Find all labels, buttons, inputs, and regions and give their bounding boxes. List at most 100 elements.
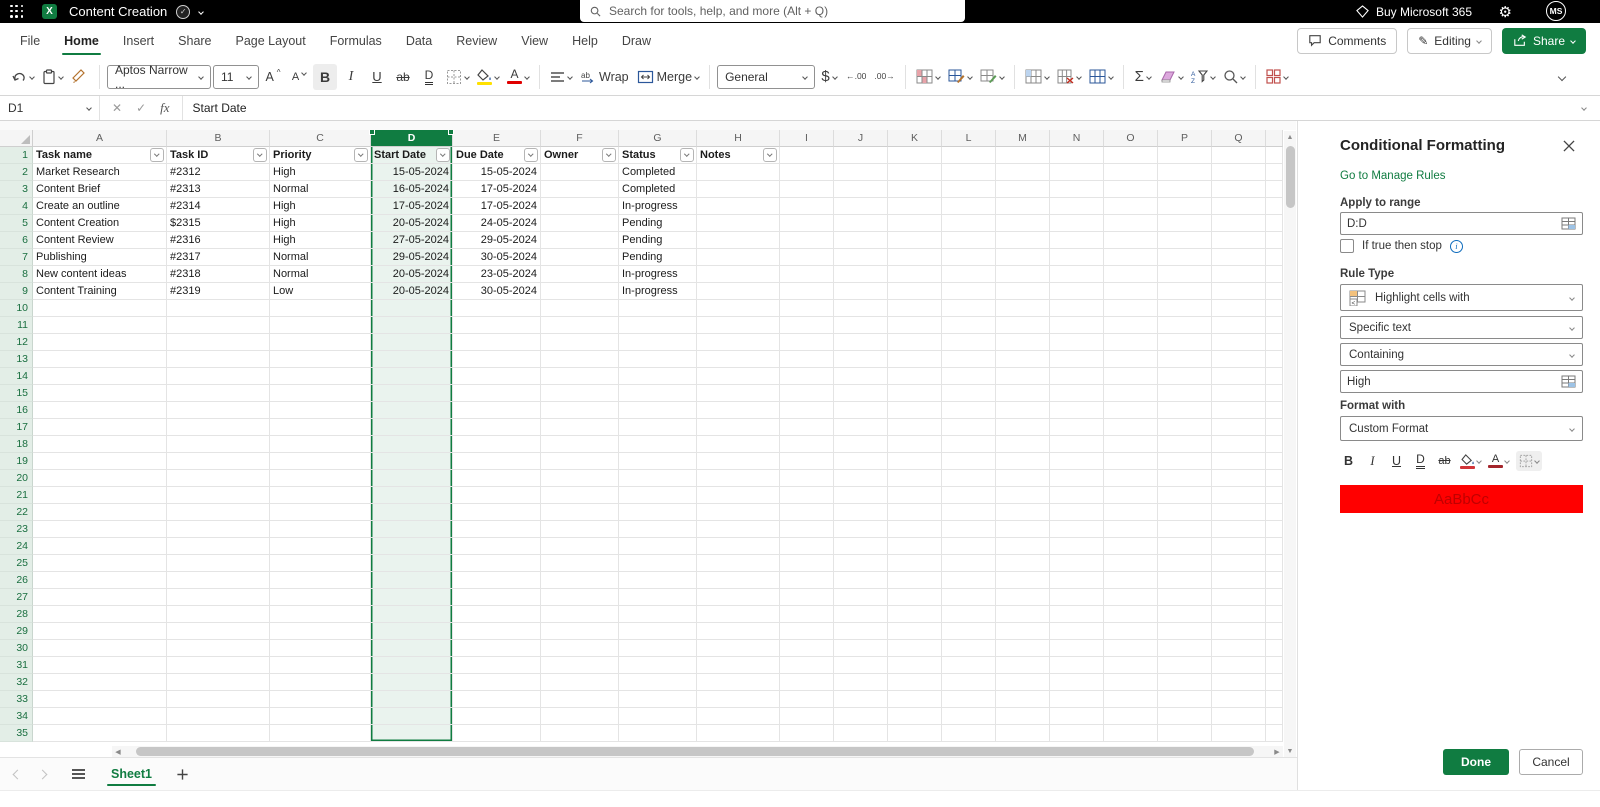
cell-I26[interactable] [780,572,834,589]
cell-N25[interactable] [1050,555,1104,572]
cell-Q3[interactable] [1212,181,1266,198]
cell-K8[interactable] [888,266,942,283]
cell-Q8[interactable] [1212,266,1266,283]
cell-E21[interactable] [453,487,541,504]
cell-K1[interactable] [888,147,942,164]
cell-M13[interactable] [996,351,1050,368]
cell-R18[interactable] [1266,436,1283,453]
cell-H25[interactable] [697,555,780,572]
cell-R35[interactable] [1266,725,1283,742]
cell-K6[interactable] [888,232,942,249]
cell-N9[interactable] [1050,283,1104,300]
cell-D4[interactable]: 17-05-2024 [371,198,453,215]
cell-B35[interactable] [167,725,270,742]
format-borders-button[interactable] [1516,451,1542,471]
cell-B30[interactable] [167,640,270,657]
cell-G16[interactable] [619,402,697,419]
cell-K18[interactable] [888,436,942,453]
undo-button[interactable] [8,64,37,90]
cell-O4[interactable] [1104,198,1158,215]
cell-E13[interactable] [453,351,541,368]
cell-M8[interactable] [996,266,1050,283]
cell-G12[interactable] [619,334,697,351]
cell-G22[interactable] [619,504,697,521]
cell-E26[interactable] [453,572,541,589]
confirm-entry-icon[interactable]: ✓ [136,101,146,115]
cell-P18[interactable] [1158,436,1212,453]
cell-K25[interactable] [888,555,942,572]
cell-H7[interactable] [697,249,780,266]
cell-C11[interactable] [270,317,371,334]
cell-K34[interactable] [888,708,942,725]
cell-F25[interactable] [541,555,619,572]
cell-L18[interactable] [942,436,996,453]
cell-I31[interactable] [780,657,834,674]
rule-text-input[interactable] [1347,375,1561,388]
cell-D28[interactable] [371,606,453,623]
column-header-A[interactable]: A [33,130,167,147]
cell-C35[interactable] [270,725,371,742]
column-header-H[interactable]: H [697,130,780,147]
cell-O9[interactable] [1104,283,1158,300]
format-fill-color-button[interactable] [1460,451,1482,471]
cell-I34[interactable] [780,708,834,725]
cell-H15[interactable] [697,385,780,402]
cell-A9[interactable]: Content Training [33,283,167,300]
cell-D2[interactable]: 15-05-2024 [371,164,453,181]
cell-N17[interactable] [1050,419,1104,436]
cell-P3[interactable] [1158,181,1212,198]
cell-I7[interactable] [780,249,834,266]
insert-function-icon[interactable]: fx [160,100,169,116]
formula-bar-expand-icon[interactable] [1581,105,1587,111]
row-header-27[interactable]: 27 [0,589,33,606]
cell-Q23[interactable] [1212,521,1266,538]
range-picker-icon[interactable] [1561,375,1576,388]
cell-J9[interactable] [834,283,888,300]
cell-L27[interactable] [942,589,996,606]
font-color-button[interactable]: A [504,64,532,90]
cell-O31[interactable] [1104,657,1158,674]
cell-I2[interactable] [780,164,834,181]
cell-A29[interactable] [33,623,167,640]
cell-F31[interactable] [541,657,619,674]
cell-H21[interactable] [697,487,780,504]
cell-A33[interactable] [33,691,167,708]
cell-C32[interactable] [270,674,371,691]
cell-A15[interactable] [33,385,167,402]
cell-J29[interactable] [834,623,888,640]
cell-I35[interactable] [780,725,834,742]
cell-B24[interactable] [167,538,270,555]
cell-K3[interactable] [888,181,942,198]
cell-J20[interactable] [834,470,888,487]
cell-O3[interactable] [1104,181,1158,198]
cell-R3[interactable] [1266,181,1283,198]
cell-C29[interactable] [270,623,371,640]
column-header-J[interactable]: J [834,130,888,147]
cell-E23[interactable] [453,521,541,538]
cell-F10[interactable] [541,300,619,317]
cell-F15[interactable] [541,385,619,402]
cell-M7[interactable] [996,249,1050,266]
row-header-19[interactable]: 19 [0,453,33,470]
cell-D15[interactable] [371,385,453,402]
cell-D32[interactable] [371,674,453,691]
cell-B16[interactable] [167,402,270,419]
cell-P10[interactable] [1158,300,1212,317]
cell-P5[interactable] [1158,215,1212,232]
row-header-14[interactable]: 14 [0,368,33,385]
cell-N15[interactable] [1050,385,1104,402]
cell-N35[interactable] [1050,725,1104,742]
cell-J8[interactable] [834,266,888,283]
cell-H11[interactable] [697,317,780,334]
cell-H5[interactable] [697,215,780,232]
cell-O32[interactable] [1104,674,1158,691]
cell-G2[interactable]: Completed [619,164,697,181]
cell-E11[interactable] [453,317,541,334]
all-sheets-menu-icon[interactable] [72,769,85,779]
cell-F1[interactable]: Owner [541,147,619,164]
cell-N8[interactable] [1050,266,1104,283]
cell-B12[interactable] [167,334,270,351]
cell-K32[interactable] [888,674,942,691]
cell-A3[interactable]: Content Brief [33,181,167,198]
cell-J14[interactable] [834,368,888,385]
